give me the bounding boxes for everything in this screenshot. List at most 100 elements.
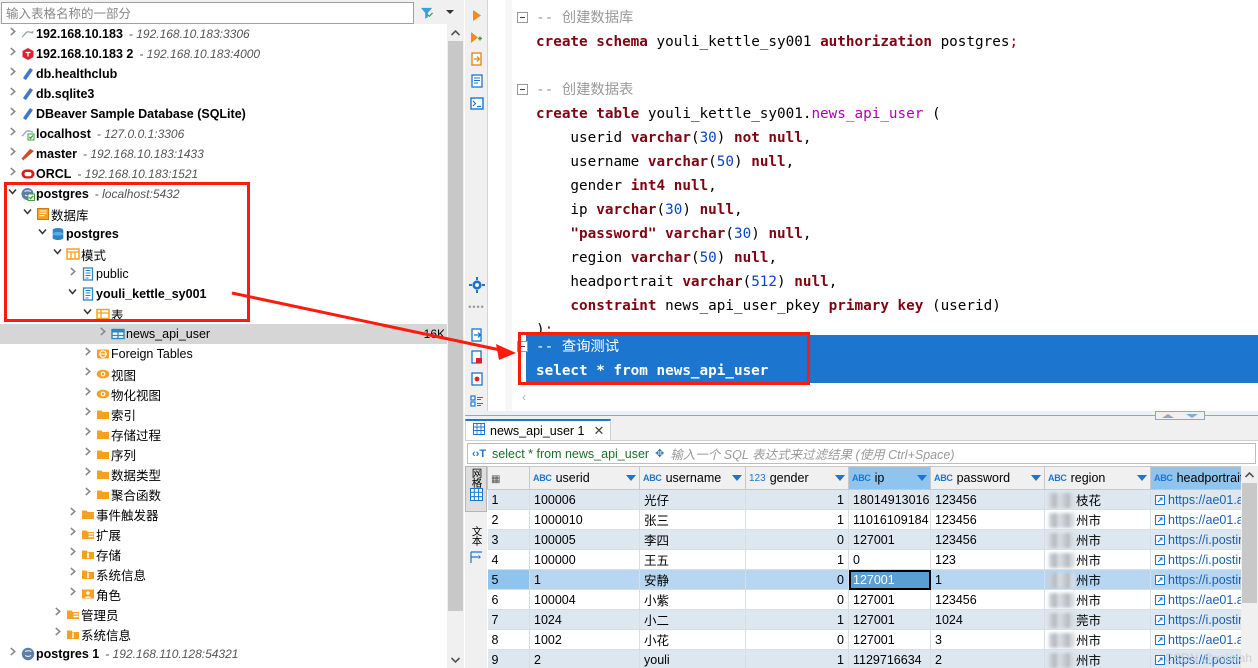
text-view-button[interactable]: 文本 [465, 526, 487, 545]
more-icon[interactable]: •••• [465, 296, 488, 318]
chevron-down-icon[interactable] [732, 475, 742, 481]
cell-region[interactable]: 州市 [1044, 509, 1151, 530]
tree-item-系统信息[interactable]: 系统信息 [0, 564, 447, 584]
cell-username[interactable]: youli [639, 649, 746, 668]
cell-userid[interactable]: 2 [529, 649, 640, 668]
cell-password[interactable]: 2 [930, 649, 1045, 668]
tree-item-系统信息[interactable]: 系统信息 [0, 624, 447, 644]
tree-item-db-healthclub[interactable]: db.healthclub [0, 64, 447, 84]
row-number[interactable]: 4 [487, 549, 530, 570]
table-row[interactable]: 51安静01270011州市https://i.postimg.cc/ [487, 569, 1258, 590]
load-sql-icon[interactable] [465, 368, 488, 390]
execute-new-tab-icon[interactable] [465, 48, 488, 70]
cell-gender[interactable]: 0 [745, 589, 849, 610]
chevron-down-icon[interactable] [835, 475, 845, 481]
execute-console-icon[interactable] [465, 92, 488, 114]
generate-sql-icon[interactable] [465, 346, 488, 368]
tree-item-聚合函数[interactable]: 聚合函数 [0, 484, 447, 504]
fold-toggle-icon[interactable] [517, 12, 528, 23]
cell-username[interactable]: 小二 [639, 609, 746, 630]
cell-password[interactable]: 123456 [930, 509, 1045, 530]
row-number[interactable]: 7 [487, 609, 530, 630]
cell-password[interactable]: 3 [930, 629, 1045, 650]
splitter-down-arrow[interactable] [1186, 413, 1198, 418]
chevron-right-icon[interactable] [66, 544, 79, 564]
table-row[interactable]: 71024小二11270011024莞市https://i.postimg.cc… [487, 609, 1258, 630]
cell-ip[interactable]: 127001 [848, 529, 931, 550]
column-header-gender[interactable]: 123 gender [745, 466, 849, 490]
tree-item-角色[interactable]: 角色 [0, 584, 447, 604]
chevron-right-icon[interactable] [81, 464, 94, 484]
chevron-down-icon[interactable] [36, 224, 49, 244]
row-number[interactable]: 3 [487, 529, 530, 550]
cell-region[interactable]: 州市 [1044, 549, 1151, 570]
chevron-down-icon[interactable] [21, 204, 34, 224]
external-link-icon[interactable] [1155, 513, 1165, 527]
chevron-right-icon[interactable] [51, 604, 64, 624]
tree-item-序列[interactable]: 序列 [0, 444, 447, 464]
chevron-right-icon[interactable] [6, 124, 19, 144]
row-number[interactable]: 8 [487, 629, 530, 650]
cell-region[interactable]: 州市 [1044, 569, 1151, 590]
column-header-password[interactable]: ABC password [930, 466, 1045, 490]
chevron-right-icon[interactable] [81, 404, 94, 424]
cell-gender[interactable]: 1 [745, 489, 849, 510]
table-filter-input[interactable]: 输入表格名称的一部分 [1, 1, 414, 24]
external-link-icon[interactable] [1155, 573, 1165, 587]
cell-ip[interactable]: 127001 [848, 629, 931, 650]
tab-news_api_user-1[interactable]: news_api_user 1 ✕ [465, 419, 612, 440]
cell-username[interactable]: 安静 [639, 569, 746, 590]
column-header-ip[interactable]: ABC ip [848, 466, 931, 490]
chevron-down-icon[interactable] [81, 304, 94, 324]
cell-ip[interactable]: 18014913016 [848, 489, 931, 510]
record-toggle-icon[interactable] [465, 551, 487, 564]
table-row[interactable]: 3100005李四0127001123456州市https://i.postim… [487, 529, 1258, 550]
cell-gender[interactable]: 1 [745, 509, 849, 530]
cell-region[interactable]: 枝花 [1044, 489, 1151, 510]
chevron-right-icon[interactable] [81, 424, 94, 444]
chevron-down-icon[interactable] [626, 475, 636, 481]
tree-item-postgres[interactable]: postgres - localhost:5432 [0, 184, 447, 204]
tree-item-postgres-1[interactable]: postgres 1 - 192.168.110.128:54321 [0, 644, 447, 664]
table-row[interactable]: 1 100006 光仔 1 18014913016 123456 枝花 https://ae0… [487, 489, 1258, 510]
chevron-right-icon[interactable] [6, 144, 19, 164]
chevron-right-icon[interactable] [6, 44, 19, 64]
sql-selected-statement[interactable]: -- 查询测试 select * from news_api_user [512, 335, 1258, 383]
column-header-region[interactable]: ABC region [1044, 466, 1151, 490]
cell-username[interactable]: 王五 [639, 549, 746, 570]
cell-userid[interactable]: 100005 [529, 529, 640, 550]
sql-selected-line[interactable]: -- 查询测试 [512, 335, 1258, 359]
chevron-down-icon[interactable] [438, 0, 462, 24]
cell-userid[interactable]: 1 [529, 569, 640, 590]
tree-item-orcl[interactable]: ORCL - 192.168.10.183:1521 [0, 164, 447, 184]
scroll-up-arrow[interactable] [447, 24, 464, 41]
chevron-down-icon[interactable] [1137, 475, 1147, 481]
results-grid[interactable]: ▦ ABC userid ABC username 123 gender ABC ip ABC pa… [487, 466, 1258, 668]
chevron-right-icon[interactable] [51, 624, 64, 644]
cell-region[interactable]: 莞市 [1044, 609, 1151, 630]
tree-item-管理员[interactable]: 管理员 [0, 604, 447, 624]
cell-username[interactable]: 小花 [639, 629, 746, 650]
column-header-userid[interactable]: ABC userid [529, 466, 640, 490]
table-row[interactable]: 6100004小紫0127001123456州市https://ae01.ali… [487, 589, 1258, 610]
explain-plan-icon[interactable] [465, 70, 488, 92]
sql-selected-line[interactable]: select * from news_api_user [512, 359, 1258, 383]
navigator-tree[interactable]: 192.168.10.183- 192.168.10.183:3306 192.1… [0, 24, 447, 668]
chevron-right-icon[interactable] [96, 324, 109, 344]
expand-icon[interactable]: ✥ [655, 447, 664, 460]
settings-gear-icon[interactable] [465, 274, 488, 296]
chevron-down-icon[interactable] [6, 184, 19, 204]
cell-password[interactable]: 123456 [930, 529, 1045, 550]
cell-password[interactable]: 123456 [930, 489, 1045, 510]
cell-region[interactable]: 州市 [1044, 589, 1151, 610]
column-header-username[interactable]: ABC username [639, 466, 746, 490]
cell-region[interactable]: 州市 [1044, 529, 1151, 550]
chevron-right-icon[interactable] [66, 524, 79, 544]
row-number[interactable]: 1 [487, 489, 530, 510]
chevron-down-icon[interactable] [1031, 475, 1041, 481]
cell-ip[interactable]: 127001 [848, 589, 931, 610]
tree-item-扩展[interactable]: 扩展 [0, 524, 447, 544]
tree-item-192-168-10-183[interactable]: 192.168.10.183 - 192.168.10.183:3306 [0, 24, 447, 44]
cell-userid[interactable]: 1024 [529, 609, 640, 630]
cell-gender[interactable]: 0 [745, 529, 849, 550]
